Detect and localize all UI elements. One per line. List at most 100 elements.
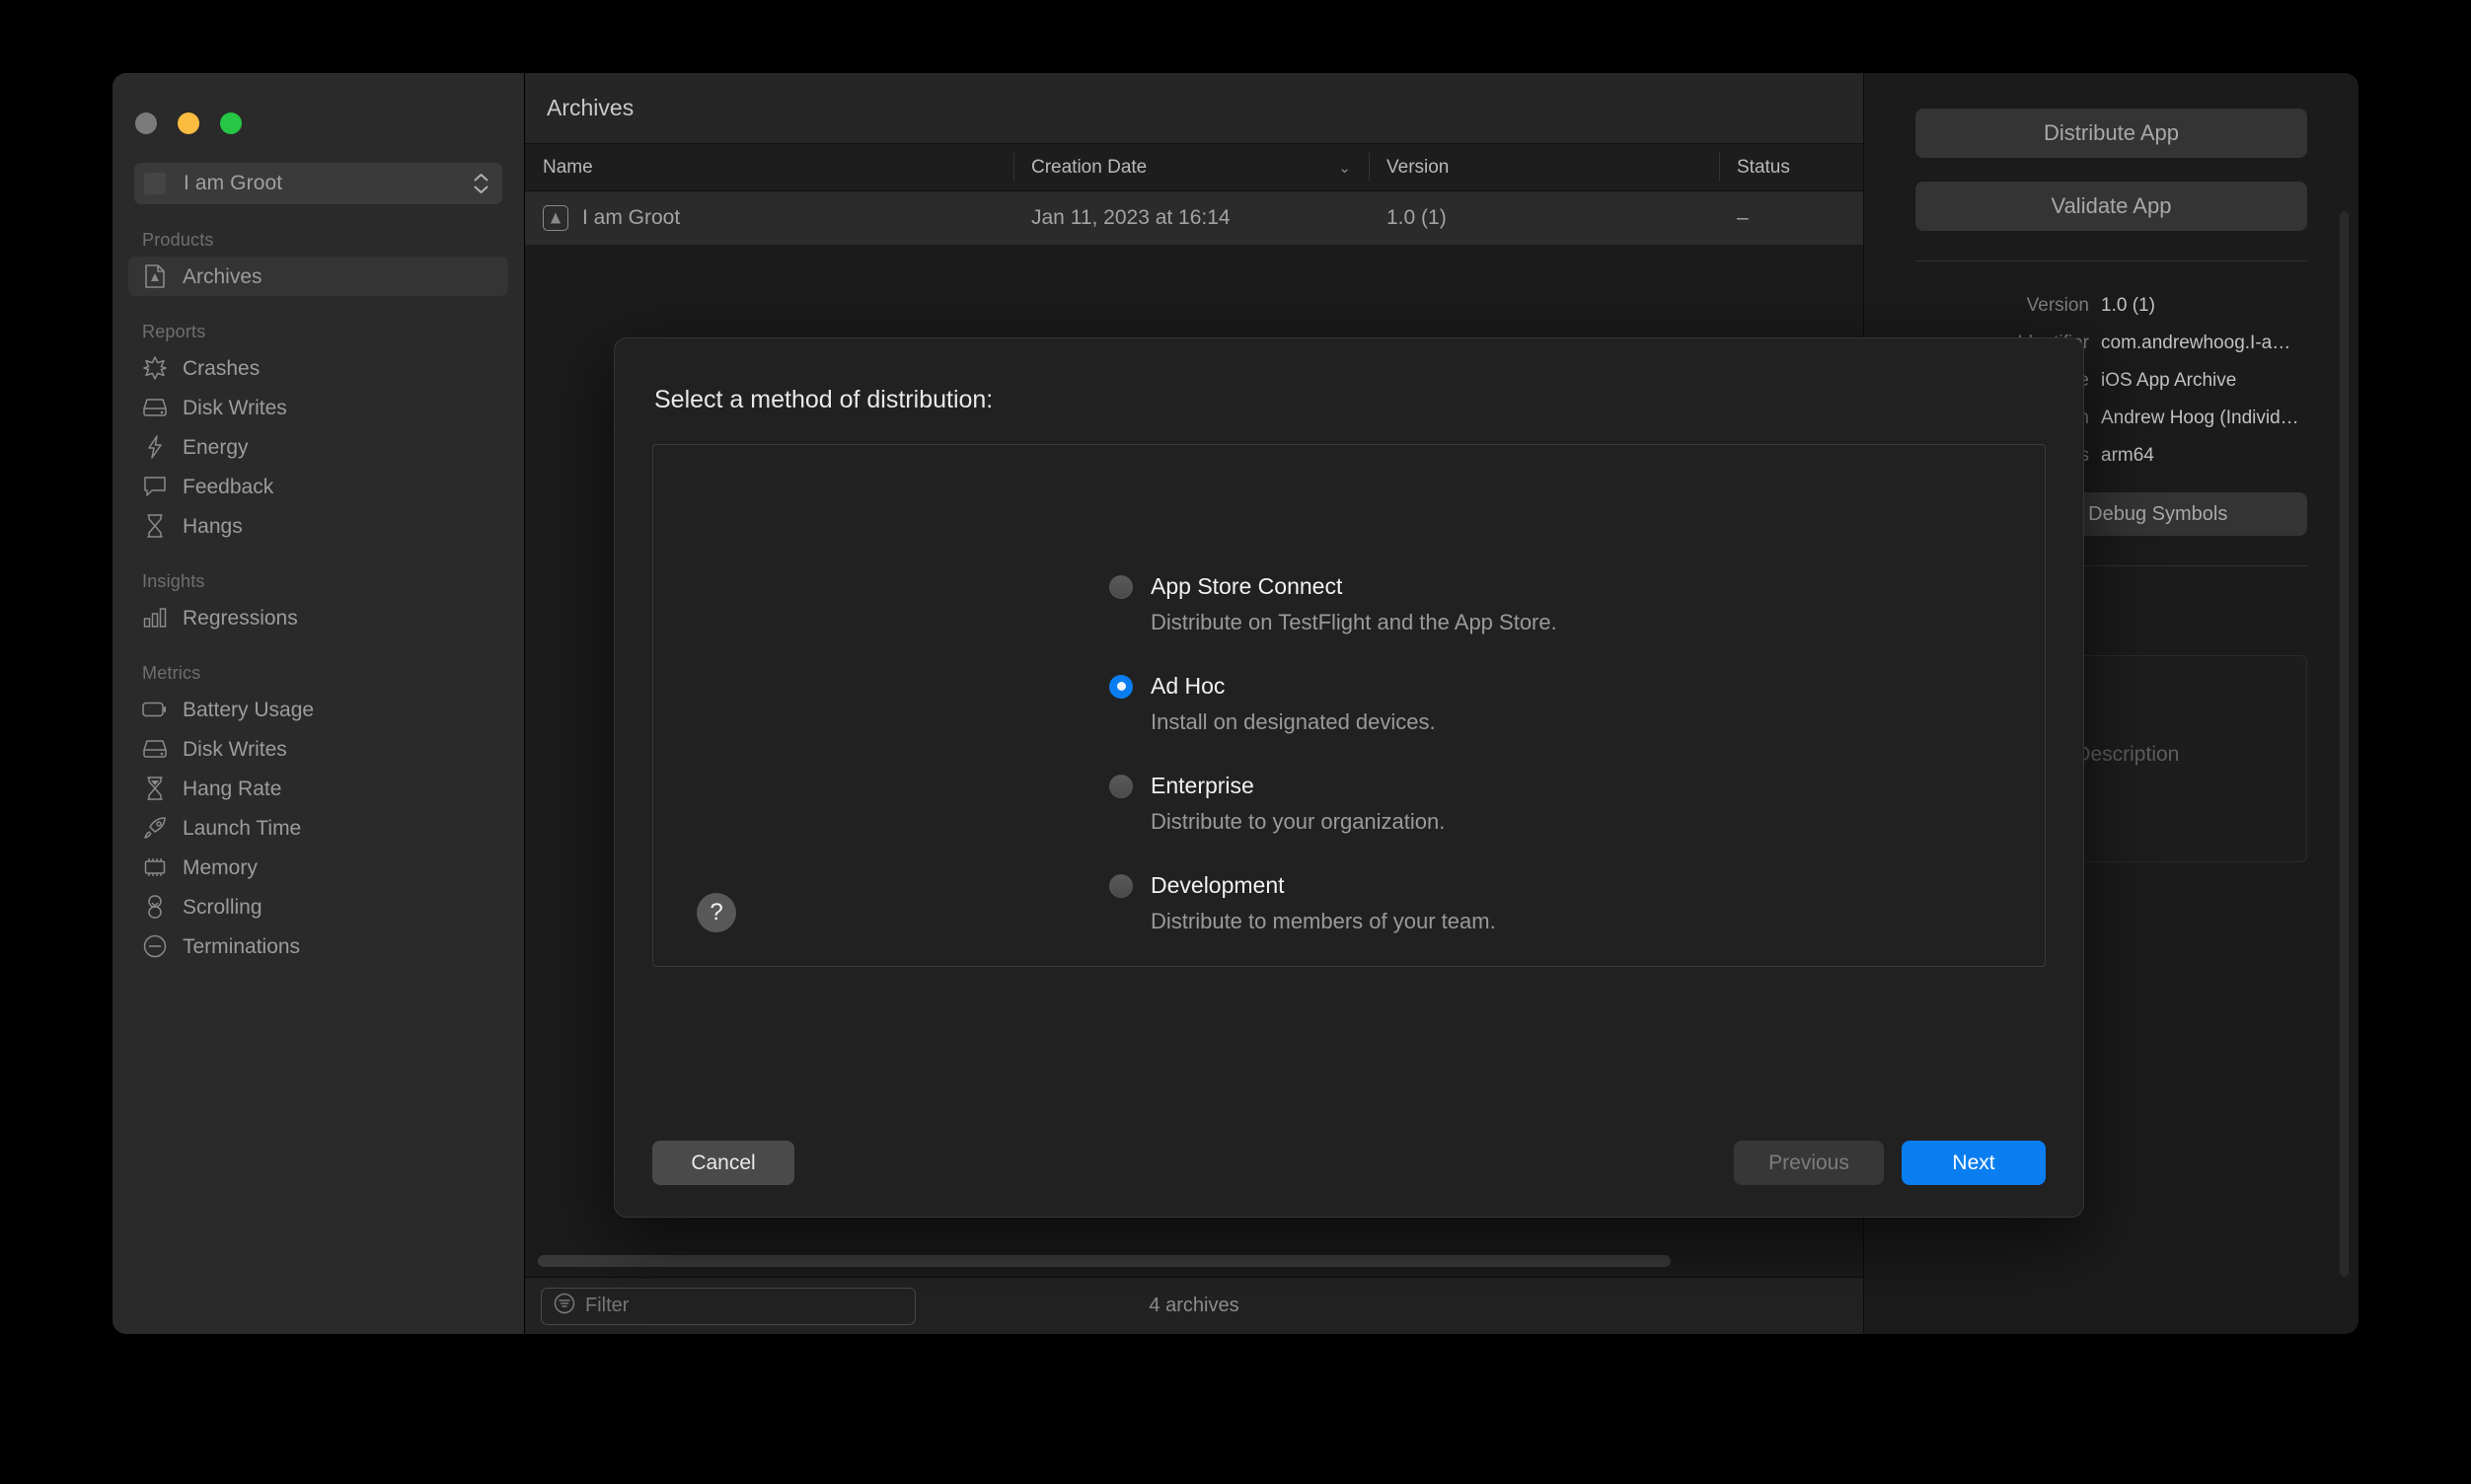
detail-value: Andrew Hoog (Individ… <box>2101 408 2299 428</box>
detail-value: arm64 <box>2101 445 2154 466</box>
traffic-light-controls <box>112 73 524 134</box>
sidebar-item-archives[interactable]: Archives <box>128 257 508 296</box>
sidebar-item-crashes[interactable]: Crashes <box>128 348 508 388</box>
sidebar-group-products: Products <box>142 230 214 250</box>
sidebar: I am Groot Products Archives Reports Cra… <box>112 73 524 1334</box>
bar-chart-icon <box>142 605 168 631</box>
distribute-app-button[interactable]: Distribute App <box>1915 109 2307 158</box>
sidebar-item-label: Crashes <box>183 356 261 380</box>
radio-option-ad-hoc[interactable]: Ad Hoc Install on designated devices. <box>1109 673 1557 735</box>
detail-row-version: Version 1.0 (1) <box>1915 295 2307 317</box>
column-header-label: Status <box>1737 156 1790 178</box>
radio-label: Development <box>1151 872 1285 898</box>
sidebar-item-label: Terminations <box>183 934 301 958</box>
radio-label: App Store Connect <box>1151 573 1343 599</box>
archives-table-header: Name Creation Date ⌄ Version Status <box>525 144 1863 191</box>
sidebar-item-terminations[interactable]: Terminations <box>128 927 508 966</box>
next-button[interactable]: Next <box>1902 1141 2046 1185</box>
sidebar-item-regressions[interactable]: Regressions <box>128 598 508 637</box>
archives-footer: Filter 4 archives <box>525 1277 1863 1334</box>
sidebar-item-label: Regressions <box>183 606 298 630</box>
detail-value: 1.0 (1) <box>2101 295 2155 316</box>
sidebar-item-battery-usage[interactable]: Battery Usage <box>128 690 508 729</box>
sidebar-item-hangs[interactable]: Hangs <box>128 506 508 546</box>
sidebar-group-metrics: Metrics <box>142 663 201 683</box>
close-window-button[interactable] <box>135 112 157 134</box>
sidebar-item-launch-time[interactable]: Launch Time <box>128 808 508 848</box>
column-header-label: Creation Date <box>1031 156 1148 178</box>
cell-name: I am Groot <box>525 191 1013 245</box>
filter-placeholder: Filter <box>585 1295 630 1316</box>
radio-option-app-store-connect[interactable]: App Store Connect Distribute on TestFlig… <box>1109 573 1557 635</box>
sidebar-item-hang-rate[interactable]: Hang Rate <box>128 769 508 808</box>
minus-circle-icon <box>142 933 168 959</box>
radio-option-development[interactable]: Development Distribute to members of you… <box>1109 872 1557 934</box>
sidebar-item-label: Feedback <box>183 475 274 498</box>
sidebar-item-feedback[interactable]: Feedback <box>128 467 508 506</box>
distribution-radio-group: App Store Connect Distribute on TestFlig… <box>1109 573 1557 972</box>
inspector-scrollbar[interactable] <box>2340 211 2349 1277</box>
rocket-icon <box>142 815 168 841</box>
previous-button[interactable]: Previous <box>1734 1141 1884 1185</box>
radio-label: Enterprise <box>1151 773 1254 798</box>
sort-caret-icon: ⌄ <box>1338 159 1351 177</box>
column-header-label: Name <box>543 156 593 178</box>
detail-value: com.andrewhoog.I-a… <box>2101 333 2291 353</box>
hourglass-icon <box>142 513 168 539</box>
radio-option-enterprise[interactable]: Enterprise Distribute to your organizati… <box>1109 773 1557 835</box>
cell-version: 1.0 (1) <box>1386 206 1447 229</box>
sidebar-item-label: Launch Time <box>183 816 302 840</box>
radio-button[interactable] <box>1109 873 1133 898</box>
radio-button[interactable] <box>1109 774 1133 798</box>
column-header-status[interactable]: Status <box>1719 144 1863 190</box>
cell-status: – <box>1737 206 1749 229</box>
cancel-button[interactable]: Cancel <box>652 1141 794 1185</box>
radio-description: Distribute to members of your team. <box>1151 909 1496 933</box>
sidebar-item-label: Memory <box>183 855 258 879</box>
sidebar-item-disk-writes-report[interactable]: Disk Writes <box>128 388 508 427</box>
radio-description: Install on designated devices. <box>1151 709 1436 734</box>
burst-icon <box>142 355 168 381</box>
battery-icon <box>142 697 168 722</box>
memory-chip-icon <box>142 854 168 880</box>
hourglass-icon <box>142 776 168 801</box>
sidebar-item-label: Energy <box>183 435 249 459</box>
archives-header: Archives <box>525 73 1863 144</box>
validate-app-button[interactable]: Validate App <box>1915 182 2307 231</box>
cell-text: I am Groot <box>582 206 681 229</box>
scheme-label: I am Groot <box>184 172 283 194</box>
app-archive-icon <box>543 205 568 231</box>
sidebar-item-label: Scrolling <box>183 895 262 919</box>
cell-creation-date: Jan 11, 2023 at 16:14 <box>1031 206 1231 229</box>
sidebar-item-memory[interactable]: Memory <box>128 848 508 887</box>
sidebar-item-label: Archives <box>183 264 262 288</box>
radio-button-selected[interactable] <box>1109 674 1133 699</box>
page-title: Archives <box>547 95 635 120</box>
help-button[interactable]: ? <box>697 893 736 932</box>
table-row[interactable]: I am Groot Jan 11, 2023 at 16:14 1.0 (1)… <box>525 191 1863 245</box>
column-header-version[interactable]: Version <box>1369 144 1719 190</box>
filter-input[interactable]: Filter <box>541 1287 916 1325</box>
detail-key: Version <box>2026 295 2089 316</box>
detail-value: iOS App Archive <box>2101 370 2237 391</box>
radio-button[interactable] <box>1109 574 1133 599</box>
filter-icon <box>554 1293 575 1320</box>
bolt-icon <box>142 434 168 460</box>
chevron-up-down-icon <box>474 174 488 194</box>
sidebar-item-disk-writes-metric[interactable]: Disk Writes <box>128 729 508 769</box>
speech-bubble-icon <box>142 474 168 499</box>
horizontal-scrollbar-thumb[interactable] <box>538 1255 1671 1267</box>
column-header-name[interactable]: Name <box>525 144 1013 190</box>
sidebar-item-energy[interactable]: Energy <box>128 427 508 467</box>
xcode-organizer-window: I am Groot Products Archives Reports Cra… <box>112 73 2359 1334</box>
horizontal-scrollbar-track[interactable] <box>525 1245 1863 1277</box>
column-header-creation-date[interactable]: Creation Date ⌄ <box>1013 144 1369 190</box>
sidebar-item-scrolling[interactable]: Scrolling <box>128 887 508 927</box>
zoom-window-button[interactable] <box>220 112 242 134</box>
scheme-picker[interactable]: I am Groot <box>134 163 502 204</box>
sheet-title: Select a method of distribution: <box>654 386 994 413</box>
scroll-icon <box>142 894 168 920</box>
radio-label: Ad Hoc <box>1151 673 1226 699</box>
sidebar-group-reports: Reports <box>142 322 206 341</box>
minimize-window-button[interactable] <box>178 112 199 134</box>
